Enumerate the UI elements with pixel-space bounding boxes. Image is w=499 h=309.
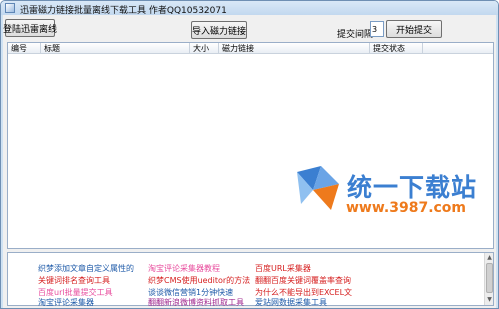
watermark-logo: 统一下载站 www.3987.com — [291, 164, 491, 234]
scroll-up-icon[interactable]: ▲ — [486, 254, 493, 262]
submit-interval-label: 提交间隔 — [337, 30, 374, 40]
column-header-status[interactable]: 提交状态 — [370, 43, 423, 54]
column-header-magnet[interactable]: 磁力链接 — [219, 43, 370, 54]
promo-link[interactable]: 翻翻新浪微博资料抓取工具 — [148, 297, 244, 308]
import-magnet-links-button[interactable]: 导入磁力链接 — [191, 21, 247, 39]
watermark-brand: 统一下载站 — [347, 173, 478, 202]
list-header: 编号 标题 大小 磁力链接 提交状态 — [8, 43, 493, 54]
start-submit-button[interactable]: 开始提交 — [386, 20, 442, 38]
app-window: 迅雷磁力链接批量离线下载工具 作者QQ10532071 登陆迅雷离线 导入磁力链… — [0, 0, 499, 309]
column-header-size[interactable]: 大小 — [190, 43, 219, 54]
app-icon — [5, 3, 15, 13]
promo-link[interactable]: 织梦添加文章自定义属性的 — [38, 263, 134, 274]
promo-link[interactable]: 淘宝评论采集器 — [38, 297, 94, 308]
links-scrollbar[interactable]: ▲ ▼ — [484, 253, 493, 305]
promo-link[interactable]: 淘宝评论采集器教程 — [148, 263, 220, 274]
promo-link[interactable]: 百度URL采集器 — [255, 263, 311, 274]
promo-link[interactable]: 关键词排名查询工具 — [38, 275, 110, 286]
column-header-number[interactable]: 编号 — [8, 43, 41, 54]
watermark-icon — [297, 166, 339, 210]
promo-link[interactable]: 翻翻百度关键词覆盖率查询 — [255, 275, 351, 286]
scroll-thumb[interactable] — [486, 263, 493, 293]
promo-links-panel: 织梦添加文章自定义属性的 淘宝评论采集器教程 百度URL采集器 关键词排名查询工… — [7, 252, 494, 308]
promo-link[interactable]: 爱站网数据采集工具 — [255, 297, 327, 308]
title-bar: 迅雷磁力链接批量离线下载工具 作者QQ10532071 — [1, 1, 498, 16]
watermark-url: www.3987.com — [346, 200, 467, 216]
column-header-title[interactable]: 标题 — [41, 43, 190, 54]
promo-link[interactable]: 织梦CMS使用ueditor的方法 — [148, 275, 250, 286]
client-area: 登陆迅雷离线 导入磁力链接 提交间隔 开始提交 编号 标题 大小 磁力链接 提交… — [3, 15, 496, 308]
submit-interval-input[interactable] — [370, 21, 384, 37]
login-xunlei-offline-button[interactable]: 登陆迅雷离线 — [3, 19, 57, 37]
scroll-down-icon[interactable]: ▼ — [486, 296, 493, 304]
